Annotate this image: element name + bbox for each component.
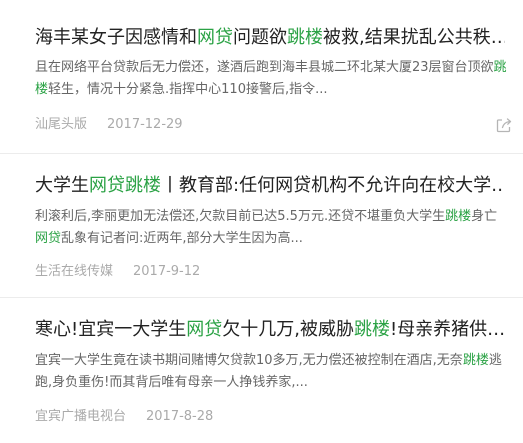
keyword-highlight: 跳楼 (287, 27, 323, 48)
news-source[interactable]: 汕尾头版 (35, 117, 87, 132)
news-item: 海丰某女子因感情和网贷问题欲跳楼被救,结果扰乱公共秩… 且在网络平台贷款后无力偿… (0, 0, 523, 153)
title-segment: 寒心!宜宾一大学生 (35, 319, 187, 340)
summary-segment: 乱象有记者问:近两年,部分大学生因为高... (61, 231, 303, 246)
summary-segment: 宜宾一大学生竟在读书期间赌博欠贷款10多万,无力偿还被控制在酒店,无奈 (35, 353, 463, 368)
news-date: 2017-12-29 (107, 117, 183, 132)
title-segment: 欠十几万,被威胁 (222, 319, 354, 340)
summary-segment: 且在网络平台贷款后无力偿还，遂酒后跑到海丰县城二环北某大厦23层窗台顶欲 (35, 60, 494, 75)
news-summary: 宜宾一大学生竟在读书期间赌博欠贷款10多万,无力偿还被控制在酒店,无奈跳楼逃跑,… (35, 350, 510, 394)
news-summary: 利滚利后,李丽更加无法偿还,欠款目前已达5.5万元.还贷不堪重负大学生跳楼身亡网… (35, 206, 510, 250)
keyword-highlight: 网贷 (35, 231, 62, 246)
keyword-highlight: 跳楼 (445, 209, 472, 224)
title-segment: 被救,结果扰乱公共秩… (323, 27, 505, 48)
keyword-highlight: 网贷 (197, 27, 233, 48)
news-source[interactable]: 生活在线传媒 (35, 264, 113, 279)
summary-segment: 轻生，情况十分紧急.指挥中心110接警后,指令... (48, 82, 328, 97)
summary-segment: 身亡 (471, 209, 498, 224)
news-result-list: 海丰某女子因感情和网贷问题欲跳楼被救,结果扰乱公共秩… 且在网络平台贷款后无力偿… (0, 0, 523, 443)
news-meta: 生活在线传媒 2017-9-12 (35, 263, 200, 281)
news-meta: 宜宾广播电视台 2017-8-28 (35, 408, 213, 426)
keyword-highlight: 网贷 (186, 319, 223, 340)
news-source[interactable]: 宜宾广播电视台 (35, 409, 126, 424)
keyword-highlight: 跳楼 (462, 353, 489, 368)
share-icon[interactable] (496, 117, 513, 133)
summary-segment: 利滚利后,李丽更加无法偿还,欠款目前已达5.5万元.还贷不堪重负大学生 (35, 209, 446, 224)
title-segment: !母亲养猪供… (389, 319, 505, 340)
news-date: 2017-9-12 (133, 264, 201, 279)
title-segment: 大学生 (35, 175, 89, 196)
news-title[interactable]: 海丰某女子因感情和网贷问题欲跳楼被救,结果扰乱公共秩… (35, 26, 505, 50)
news-item: 寒心!宜宾一大学生网贷欠十几万,被威胁跳楼!母亲养猪供… 宜宾一大学生竟在读书期… (0, 297, 523, 443)
keyword-highlight: 网贷跳楼 (89, 175, 161, 196)
news-item: 大学生网贷跳楼丨教育部:任何网贷机构不允许向在校大学… 利滚利后,李丽更加无法偿… (0, 153, 523, 297)
keyword-highlight: 跳楼 (353, 319, 390, 340)
title-segment: 海丰某女子因感情和 (35, 27, 197, 48)
news-title[interactable]: 大学生网贷跳楼丨教育部:任何网贷机构不允许向在校大学… (35, 174, 505, 198)
title-segment: 问题欲 (233, 27, 287, 48)
news-title[interactable]: 寒心!宜宾一大学生网贷欠十几万,被威胁跳楼!母亲养猪供… (35, 318, 505, 342)
news-summary: 且在网络平台贷款后无力偿还，遂酒后跑到海丰县城二环北某大厦23层窗台顶欲跳楼轻生… (35, 57, 510, 101)
news-date: 2017-8-28 (146, 409, 214, 424)
title-segment: 丨教育部:任何网贷机构不允许向在校大学… (161, 175, 505, 196)
news-meta: 汕尾头版 2017-12-29 (35, 116, 183, 134)
